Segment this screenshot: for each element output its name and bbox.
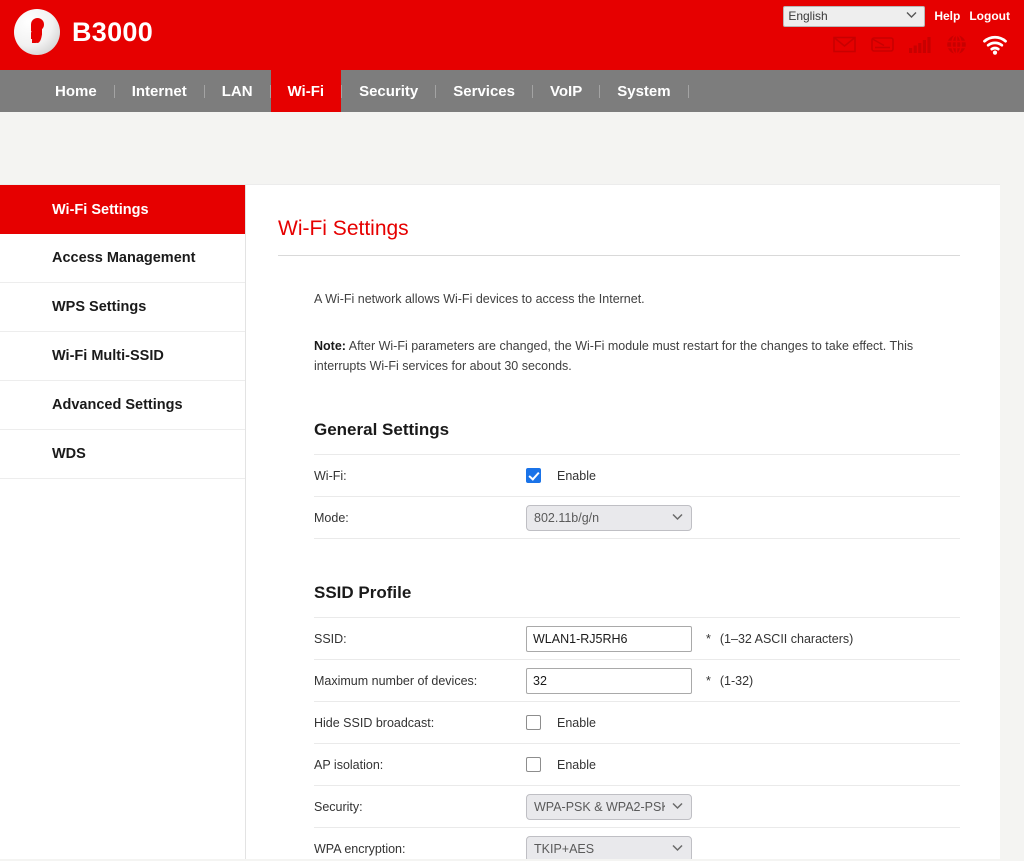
page-panel: Wi-Fi Settings Access Management WPS Set… [0, 184, 1000, 859]
label-mode: Mode: [314, 510, 349, 525]
max-devices-required-mark: * [706, 673, 711, 688]
nav-item-wifi[interactable]: Wi-Fi [270, 70, 342, 112]
mail-icon[interactable] [833, 36, 856, 53]
row-wifi-enable: Wi-Fi: Enable [314, 455, 960, 498]
sidebar-item-wps-settings[interactable]: WPS Settings [0, 283, 245, 332]
wpa-encryption-select[interactable]: TKIP+AES [526, 835, 692, 859]
main-content: Wi-Fi Settings A Wi-Fi network allows Wi… [246, 185, 1000, 859]
signal-bars-icon[interactable] [909, 36, 931, 53]
app-header: B3000 English Help Logout [0, 0, 1024, 70]
row-mode: Mode: 802.11b/g/n [314, 497, 960, 540]
wifi-icon[interactable] [982, 35, 1008, 55]
nav-item-services[interactable]: Services [436, 70, 532, 112]
logout-link[interactable]: Logout [969, 9, 1010, 23]
section-title-ssid-profile: SSID Profile [314, 583, 412, 603]
nav-item-voip[interactable]: VoIP [533, 70, 599, 112]
ssid-required-mark: * [706, 631, 711, 646]
title-divider [278, 255, 960, 256]
nav-item-internet[interactable]: Internet [115, 70, 204, 112]
security-select[interactable]: WPA-PSK & WPA2-PSK [526, 793, 692, 820]
label-ssid: SSID: [314, 631, 347, 646]
brand: B3000 [14, 9, 153, 55]
sidebar-item-access-management[interactable]: Access Management [0, 234, 245, 283]
ap-isolation-checkbox[interactable] [526, 757, 541, 773]
main-navigation: Home Internet LAN Wi-Fi Security Service… [0, 70, 1024, 112]
status-icon-row [744, 34, 1010, 55]
language-select-wrapper[interactable]: English [783, 5, 926, 27]
ap-isolation-enable-label: Enable [557, 757, 596, 772]
sms-icon[interactable] [871, 36, 894, 53]
hide-ssid-broadcast-checkbox[interactable] [526, 715, 541, 731]
nav-item-system[interactable]: System [600, 70, 687, 112]
page-title: Wi-Fi Settings [278, 217, 409, 240]
nav-item-security[interactable]: Security [342, 70, 435, 112]
row-ssid: SSID: * (1–32 ASCII characters) [314, 618, 960, 661]
ssid-hint: (1–32 ASCII characters) [719, 631, 854, 646]
row-wpa-encryption: WPA encryption: TKIP+AES [314, 828, 960, 859]
wpa-encryption-select-wrapper[interactable]: TKIP+AES [526, 835, 692, 859]
label-hide-ssid-broadcast: Hide SSID broadcast: [314, 715, 435, 730]
note-text: Note: After Wi-Fi parameters are changed… [314, 337, 918, 376]
sidebar-item-advanced-settings[interactable]: Advanced Settings [0, 381, 245, 430]
sidebar-item-wds[interactable]: WDS [0, 430, 245, 479]
note-label: Note: [314, 339, 346, 354]
sidebar-item-wifi-settings[interactable]: Wi-Fi Settings [0, 185, 245, 234]
vodafone-speechmark-logo-icon [14, 9, 60, 55]
ssid-input[interactable] [526, 625, 692, 652]
max-devices-hint: (1-32) [719, 673, 754, 688]
nav-item-home[interactable]: Home [38, 70, 114, 112]
row-ap-isolation: AP isolation: Enable [314, 744, 960, 787]
header-controls: English Help Logout [744, 5, 1010, 55]
nav-item-lan[interactable]: LAN [205, 70, 270, 112]
row-security: Security: WPA-PSK & WPA2-PSK [314, 786, 960, 829]
sidebar: Wi-Fi Settings Access Management WPS Set… [0, 185, 246, 859]
language-select[interactable]: English [783, 5, 926, 27]
wifi-enable-checkbox[interactable] [526, 468, 541, 484]
section-title-general-settings: General Settings [314, 420, 450, 440]
nav-separator [687, 84, 689, 98]
page-spacer [0, 112, 1024, 184]
hide-ssid-broadcast-enable-label: Enable [557, 715, 596, 730]
sidebar-item-wifi-multi-ssid[interactable]: Wi-Fi Multi-SSID [0, 332, 245, 381]
brand-title: B3000 [72, 16, 154, 47]
label-security: Security: [314, 799, 363, 814]
help-link[interactable]: Help [934, 9, 960, 23]
max-devices-input[interactable] [526, 667, 692, 694]
label-max-devices: Maximum number of devices: [314, 673, 478, 688]
globe-icon[interactable] [946, 34, 967, 55]
row-hide-ssid-broadcast: Hide SSID broadcast: Enable [314, 702, 960, 745]
intro-text: A Wi-Fi network allows Wi-Fi devices to … [314, 292, 645, 306]
security-select-wrapper[interactable]: WPA-PSK & WPA2-PSK [526, 793, 692, 820]
row-max-devices: Maximum number of devices: * (1-32) [314, 660, 960, 703]
mode-select[interactable]: 802.11b/g/n [526, 504, 692, 531]
label-ap-isolation: AP isolation: [314, 757, 384, 772]
mode-select-wrapper[interactable]: 802.11b/g/n [526, 504, 692, 531]
label-wifi: Wi-Fi: [314, 468, 347, 483]
label-wpa-encryption: WPA encryption: [314, 841, 406, 856]
note-body: After Wi-Fi parameters are changed, the … [314, 339, 914, 373]
wifi-enable-label: Enable [557, 468, 596, 483]
